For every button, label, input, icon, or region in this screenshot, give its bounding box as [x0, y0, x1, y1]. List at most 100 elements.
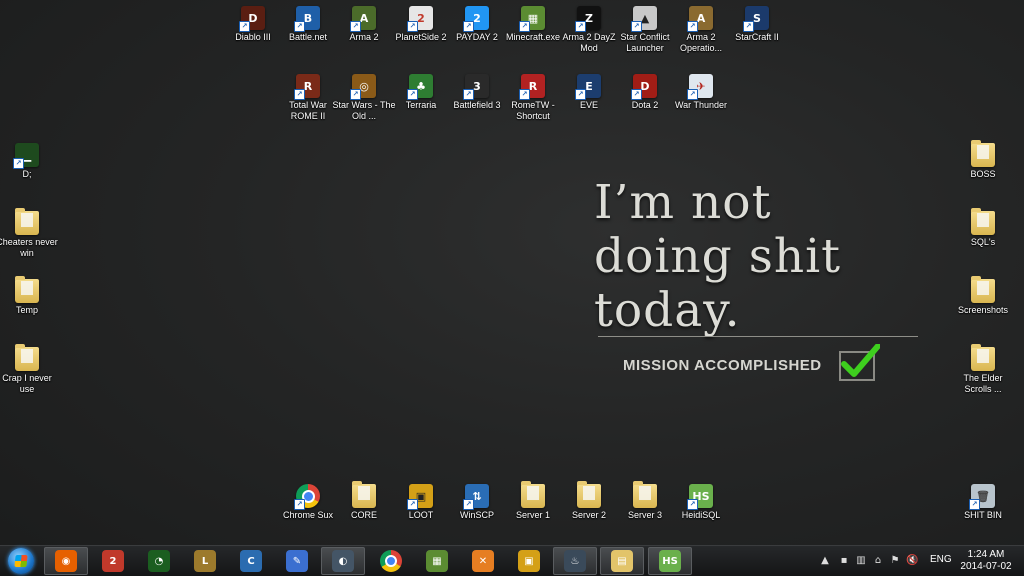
taskbar-app-heidisql[interactable]: HS: [648, 547, 692, 575]
dota-icon: D ↗: [631, 74, 657, 100]
desktop-icon-shit-bin[interactable]: 🗑 ↗ SHIT BIN: [950, 484, 1016, 521]
desktop-icon-label: Crap I never use: [2, 373, 52, 394]
desktop-icon-sql-s[interactable]: SQL's: [950, 208, 1016, 248]
chrome-icon: [380, 550, 402, 572]
wallpaper-line-2: doing shit: [594, 229, 842, 284]
chrome-icon: ↗: [294, 484, 320, 510]
folder-icon: [15, 344, 39, 371]
speed-icon: ◔: [148, 550, 170, 572]
desktop-icon-cheaters-never-win[interactable]: Cheaters never win: [0, 208, 60, 259]
desktop-icon-label: HeidiSQL: [681, 510, 721, 520]
shortcut-arrow-icon: ↗: [239, 21, 250, 32]
desktop[interactable]: D ↗ Diablo III B ↗ Battle.net A ↗ Arma 2 2 ↗ Planet…: [0, 0, 1024, 545]
desktop-icon-label: SHIT BIN: [964, 510, 1002, 520]
desktop-icon-label: StarCraft II: [735, 32, 779, 42]
minecraft-icon: ▦: [426, 550, 448, 572]
shortcut-arrow-icon: ↗: [463, 21, 474, 32]
start-button[interactable]: [2, 546, 40, 576]
diablo-icon: D ↗: [239, 6, 265, 32]
taskbar: ◉ 2 ◔ L C ✎ ◐ ▦ ✕ ▣ ♨ ▤ HS ▲ ▪ ▥ ⌂ ⚑ 🔇 ENG 1:24 AM 2014-0…: [0, 545, 1024, 576]
desktop-icon-starcraft-ii[interactable]: S ↗ StarCraft II: [724, 6, 790, 43]
taskbar-app-planetside[interactable]: 2: [91, 547, 135, 575]
desktop-icon-d[interactable]: ▁ ↗ D;: [0, 143, 60, 180]
taskbar-app-speed[interactable]: ◔: [137, 547, 181, 575]
taskbar-app-loot[interactable]: ▣: [507, 547, 551, 575]
folder-icon: [971, 208, 995, 235]
taskbar-app-minecraft[interactable]: ▦: [415, 547, 459, 575]
wallpaper-line-3: today.: [594, 283, 741, 338]
windows-logo-icon: [8, 548, 34, 574]
taskbar-app-firefox[interactable]: ◉: [44, 547, 88, 575]
war-thunder-icon: ✈ ↗: [687, 74, 713, 100]
dayz-icon: Z ↗: [575, 6, 601, 32]
desktop-icon-the-elder-scrolls[interactable]: The Elder Scrolls ...: [950, 344, 1016, 395]
shortcut-arrow-icon: ↗: [407, 89, 418, 100]
folder-icon: [15, 276, 39, 303]
folder-icon: [633, 481, 657, 508]
volume-icon[interactable]: 🔇: [906, 555, 918, 567]
taskbar-app-overlay[interactable]: ◐: [321, 547, 365, 575]
notepad-icon: ✎: [286, 550, 308, 572]
shortcut-arrow-icon: ↗: [463, 499, 474, 510]
loot-icon: ▣: [518, 550, 540, 572]
desktop-icon-label: War Thunder: [674, 100, 728, 110]
flag-icon[interactable]: ⚑: [889, 555, 901, 567]
shortcut-arrow-icon: ↗: [519, 89, 530, 100]
taskbar-app-league[interactable]: L: [183, 547, 227, 575]
heidisql-icon: HS ↗: [687, 484, 713, 510]
taskbar-app-notepad[interactable]: ✎: [275, 547, 319, 575]
swtor-icon: ◎ ↗: [350, 74, 376, 100]
taskbar-app-crescent[interactable]: C: [229, 547, 273, 575]
clock-time: 1:24 AM: [967, 549, 1005, 560]
desktop-icon-crap-i-never-use[interactable]: Crap I never use: [0, 344, 60, 395]
steam-icon: ♨: [564, 550, 586, 572]
taskbar-app-steam[interactable]: ♨: [553, 547, 597, 575]
shortcut-arrow-icon: ↗: [294, 21, 305, 32]
recycle-bin-icon: 🗑 ↗: [969, 484, 995, 510]
desktop-icon-temp[interactable]: Temp: [0, 276, 60, 316]
power-icon[interactable]: ⌂: [872, 555, 884, 567]
language-indicator[interactable]: ENG: [930, 554, 952, 565]
shortcut-arrow-icon: ↗: [687, 499, 698, 510]
shortcut-arrow-icon: ↗: [294, 499, 305, 510]
taskbar-app-explorer[interactable]: ▤: [600, 547, 644, 575]
battlenet-icon: B ↗: [294, 6, 320, 32]
heidisql-icon: HS: [659, 550, 681, 572]
shortcut-arrow-icon: ↗: [687, 21, 698, 32]
desktop-icon-boss[interactable]: BOSS: [950, 140, 1016, 180]
app-tray-1[interactable]: ▪: [838, 555, 850, 567]
shortcut-arrow-icon: ↗: [575, 89, 586, 100]
wallpaper-subtitle: MISSION ACCOMPLISHED: [623, 357, 822, 374]
desktop-icon-heidisql[interactable]: HS ↗ HeidiSQL: [668, 484, 734, 521]
starcraft-icon: S ↗: [743, 6, 769, 32]
wallpaper-line-1: I’m not: [594, 175, 772, 230]
desktop-icon-screenshots[interactable]: Screenshots: [950, 276, 1016, 316]
folder-icon: [971, 140, 995, 167]
desktop-icon-label: Cheaters never win: [0, 237, 58, 258]
folder-icon: [521, 481, 545, 508]
league-icon: L: [194, 550, 216, 572]
taskbar-app-xfire[interactable]: ✕: [461, 547, 505, 575]
arma-icon: A ↗: [350, 6, 376, 32]
planetside-icon: 2 ↗: [407, 6, 433, 32]
shortcut-arrow-icon: ↗: [519, 21, 530, 32]
show-hidden-icons[interactable]: ▲: [819, 555, 831, 567]
loot-icon: ▣ ↗: [407, 484, 433, 510]
clock-date: 2014-07-02: [960, 561, 1012, 572]
network-icon[interactable]: ▥: [855, 555, 867, 567]
shortcut-arrow-icon: ↗: [631, 89, 642, 100]
crescent-icon: C: [240, 550, 262, 572]
planetside-icon: 2: [102, 550, 124, 572]
xfire-icon: ✕: [472, 550, 494, 572]
explorer-icon: ▤: [611, 550, 633, 572]
desktop-icon-label: Screenshots: [957, 305, 1009, 315]
desktop-icon-label: D;: [22, 169, 32, 179]
taskbar-app-chrome[interactable]: [369, 547, 413, 575]
shortcut-arrow-icon: ↗: [407, 499, 418, 510]
folder-icon: [577, 481, 601, 508]
overlay-icon: ◐: [332, 550, 354, 572]
desktop-icon-war-thunder[interactable]: ✈ ↗ War Thunder: [668, 74, 734, 111]
shortcut-arrow-icon: ↗: [13, 158, 24, 169]
clock[interactable]: 1:24 AM 2014-07-02: [958, 549, 1014, 573]
shortcut-arrow-icon: ↗: [350, 89, 361, 100]
